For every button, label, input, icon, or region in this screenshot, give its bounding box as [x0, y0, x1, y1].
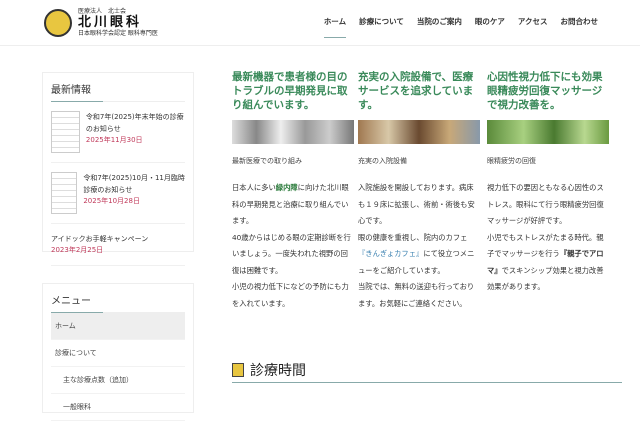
text: 入院施設を開設しております。病床も１９床に拡張し、術前・術後も安心です。	[358, 183, 475, 225]
news-thumbnail[interactable]	[51, 111, 80, 153]
feature-caption: 最新医療での取り組み	[232, 157, 302, 165]
news-title[interactable]: 令和7年(2025)年末年始の診療のお知らせ	[86, 111, 185, 135]
cafe-link[interactable]: 『きんぎょカフェ』	[358, 249, 423, 258]
menu-item-treatment[interactable]: 診療について	[51, 340, 185, 367]
feature-inpatient: 充実の入院設備で、医療サービスを追求しています。 充実の入院設備 入院施設を開設…	[358, 70, 480, 312]
schedule-heading: 診療時間	[232, 360, 622, 383]
equipment-image	[232, 120, 354, 144]
text: 40歳からはじめる眼の定期診断を行いましょう。一度失われた視野の回復は困難です。	[232, 232, 351, 275]
feature-body: 入院施設を開設しております。病床も１９床に拡張し、術前・術後も安心です。眼の健康…	[358, 180, 480, 312]
main-nav: ホーム 診療について 当院のご案内 眼のケア アクセス お問合わせ	[323, 16, 599, 38]
feature-body: 日本人に多い緑内障に向けた北川眼科の早期発見と治療に取り組んでいます。 40歳から…	[232, 180, 354, 312]
news-item[interactable]: 令和7年(2025)年末年始の診療のお知らせ 2025年11月30日	[51, 102, 185, 163]
feature-caption: 眼精疲労の回復	[487, 157, 536, 165]
menu-item-general[interactable]: 一般眼科	[51, 394, 185, 421]
site-logo[interactable]: 医療法人 北士会 北川眼科 日本眼科学会認定 眼科専門医	[44, 8, 158, 38]
mascot-icon	[232, 363, 244, 377]
news-widget: 最新情報 令和7年(2025)年末年始の診療のお知らせ 2025年11月30日 令…	[42, 72, 194, 266]
feature-headline: 心因性視力低下にも効果眼精疲労回復マッサージで視力改善を。	[487, 71, 603, 111]
site-header: 医療法人 北士会 北川眼科 日本眼科学会認定 眼科専門医 ホーム 診療について …	[0, 0, 640, 46]
logo-name: 北川眼科	[78, 15, 143, 30]
news-item[interactable]: 令和7年(2025)10月・11月臨時診療のお知らせ 2025年10月28日	[51, 163, 185, 224]
forest-image	[487, 120, 609, 144]
news-title[interactable]: 令和7年(2025)10月・11月臨時診療のお知らせ	[83, 172, 185, 196]
menu-item-home[interactable]: ホーム	[51, 313, 185, 340]
feature-massage: 心因性視力低下にも効果眼精疲労回復マッサージで視力改善を。 眼精疲労の回復 視力…	[487, 70, 609, 296]
nav-contact[interactable]: お問合わせ	[561, 16, 599, 38]
feature-caption: 充実の入院設備	[358, 157, 407, 165]
glaucoma-highlight: 緑内障	[275, 183, 298, 192]
feature-body: 視力低下の要因ともなる心因性のストレス。眼科にて行う眼精疲労回復マッサージが好評…	[487, 180, 609, 296]
news-date: 2025年11月30日	[85, 136, 143, 144]
news-title[interactable]: アイドックお手軽キャンペーン	[51, 233, 185, 245]
nav-access[interactable]: アクセス	[518, 16, 548, 38]
text: 小児の視力低下になどの予防にも力を入れています。	[232, 282, 349, 308]
feature-headline: 充実の入院設備で、医療サービスを追求しています。	[358, 71, 474, 111]
nav-guide[interactable]: 当院のご案内	[417, 16, 462, 38]
text: でスキンシップ効果と視力改善効果があります。	[487, 265, 604, 292]
menu-widget: メニュー ホーム 診療について 主な診療点数（追加） 一般眼科	[42, 283, 194, 421]
feature-equipment: 最新機器で患者様の目のトラブルの早期発見に取り組んでいます。 最新医療での取り組…	[232, 70, 354, 312]
ward-image	[358, 120, 480, 144]
news-thumbnail[interactable]	[51, 172, 78, 214]
schedule-title: 診療時間	[250, 363, 306, 379]
nav-treatment[interactable]: 診療について	[359, 16, 404, 38]
text: 視力低下の要因ともなる心因性のストレス。眼科にて行う眼精疲労回復マッサージが好評…	[487, 183, 604, 225]
news-heading: 最新情報	[51, 81, 185, 102]
feature-headline: 最新機器で患者様の目のトラブルの早期発見に取り組んでいます。	[232, 71, 348, 111]
text: 当院では、無料の送迎も行っております。お気軽にご連絡ください。	[358, 282, 475, 308]
nav-eye-care[interactable]: 眼のケア	[475, 16, 505, 38]
news-date: 2025年10月28日	[83, 197, 140, 205]
menu-item-fees[interactable]: 主な診療点数（追加）	[51, 367, 185, 394]
nav-home[interactable]: ホーム	[323, 16, 347, 38]
menu-heading: メニュー	[51, 292, 185, 313]
news-date: 2023年2月25日	[51, 246, 104, 254]
logo-sub: 日本眼科学会認定 眼科専門医	[78, 30, 158, 37]
news-item[interactable]: アイドックお手軽キャンペーン 2023年2月25日	[51, 224, 185, 266]
text: 眼の健康を重視し、院内のカフェ	[358, 232, 468, 242]
text: 日本人に多い	[232, 183, 276, 192]
mascot-logo-icon	[44, 9, 72, 37]
